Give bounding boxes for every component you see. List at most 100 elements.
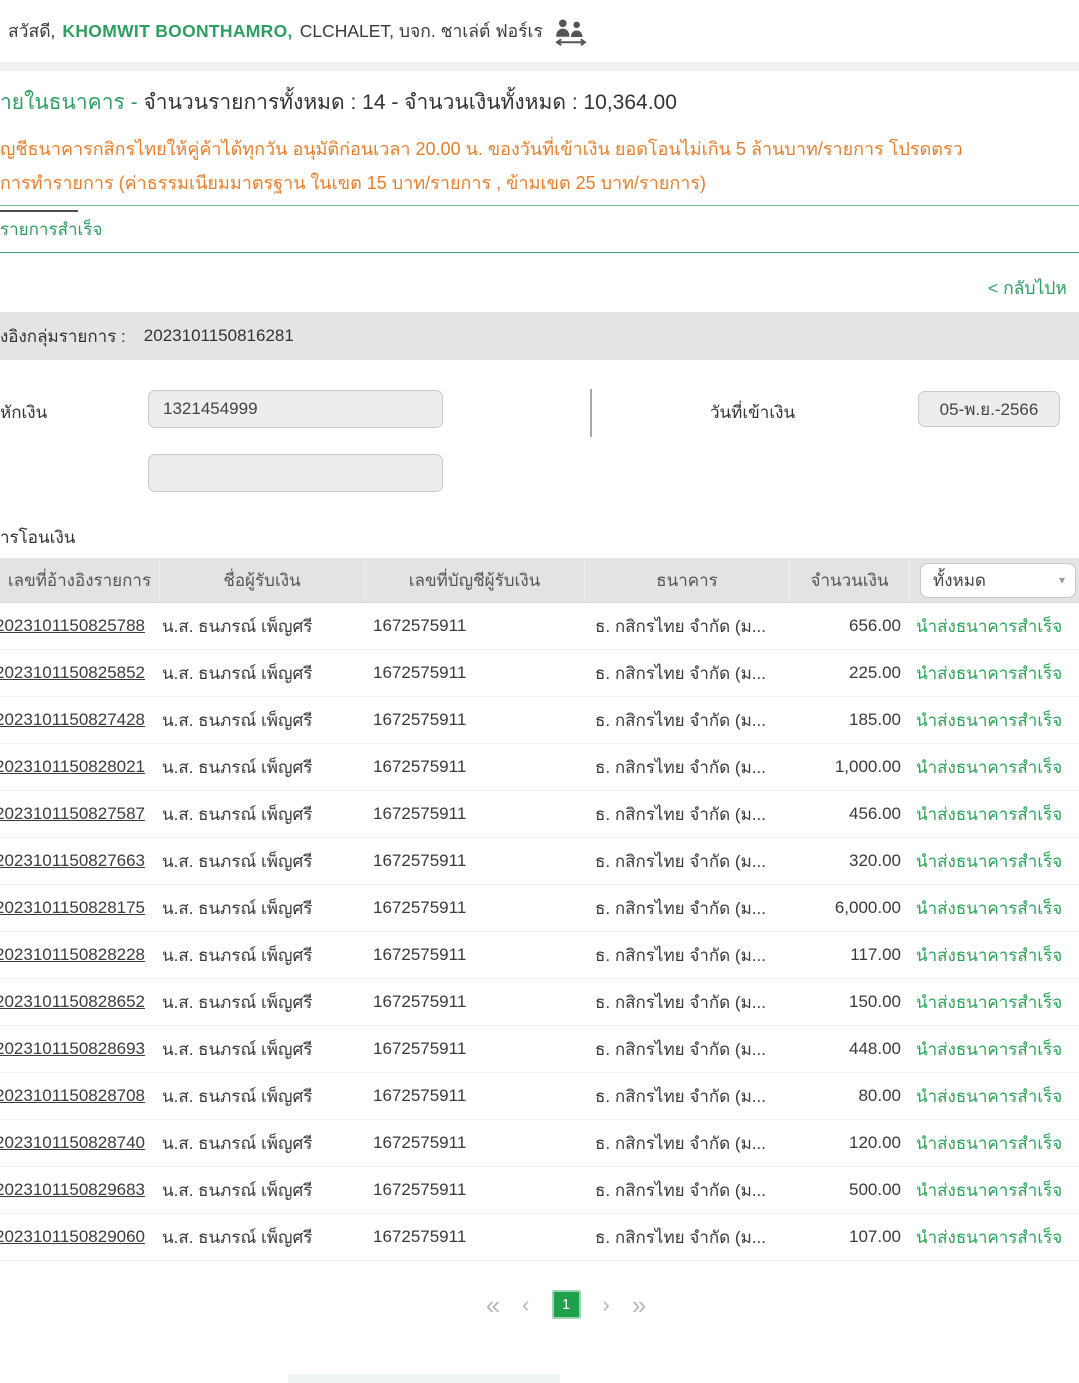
status-badge: นำส่งธนาคารสำเร็จ: [910, 942, 1079, 969]
table-row: 2023101150829683 น.ส. ธนภรณ์ เพ็ญศรี 167…: [0, 1167, 1079, 1214]
status-badge: นำส่งธนาคารสำเร็จ: [910, 1224, 1079, 1251]
col-header-recipient-account: เลขที่บัญชีผู้รับเงิน: [365, 558, 585, 602]
bank-name: ธ. กสิกรไทย จำกัด (ม...: [585, 989, 790, 1016]
deposit-date-field[interactable]: [918, 391, 1060, 427]
amount-value: 107.00: [790, 1227, 910, 1247]
recipient-name: น.ส. ธนภรณ์ เพ็ญศรี: [160, 1177, 365, 1204]
amount-value: 80.00: [790, 1086, 910, 1106]
switch-account-icon[interactable]: [554, 17, 588, 46]
recipient-account: 1672575911: [365, 1133, 585, 1153]
amount-value: 185.00: [790, 710, 910, 730]
bank-name: ธ. กสิกรไทย จำกัด (ม...: [585, 1083, 790, 1110]
amount-value: 150.00: [790, 992, 910, 1012]
reference-link[interactable]: 2023101150825852: [0, 663, 160, 683]
debit-account-extra-field[interactable]: [148, 454, 443, 492]
status-badge: นำส่งธนาคารสำเร็จ: [910, 1083, 1079, 1110]
status-badge: นำส่งธนาคารสำเร็จ: [910, 613, 1079, 640]
table-row: 2023101150829060 น.ส. ธนภรณ์ เพ็ญศรี 167…: [0, 1214, 1079, 1261]
next-page-button[interactable]: ›: [603, 1291, 610, 1319]
group-reference-value: 2023101150816281: [144, 326, 294, 346]
group-reference-label: งอิงกลุ่มรายการ :: [0, 323, 126, 350]
recipient-account: 1672575911: [365, 804, 585, 824]
recipient-account: 1672575911: [365, 1227, 585, 1247]
reference-link[interactable]: 2023101150828175: [0, 898, 160, 918]
bank-name: ธ. กสิกรไทย จำกัด (ม...: [585, 1177, 790, 1204]
recipient-account: 1672575911: [365, 945, 585, 965]
amount-value: 117.00: [790, 945, 910, 965]
recipient-name: น.ส. ธนภรณ์ เพ็ญศรี: [160, 707, 365, 734]
reference-link[interactable]: 2023101150825788: [0, 616, 160, 636]
amount-value: 6,000.00: [790, 898, 910, 918]
notice-text: ญชีธนาคารกสิกรไทยให้คู่ค้าได้ทุกวัน อนุม…: [0, 132, 1079, 200]
col-header-bank: ธนาคาร: [585, 558, 790, 602]
debit-account-field[interactable]: [148, 390, 443, 428]
deposit-date-label: วันที่เข้าเงิน: [710, 399, 795, 426]
bank-name: ธ. กสิกรไทย จำกัด (ม...: [585, 1224, 790, 1251]
recipient-name: น.ส. ธนภรณ์ เพ็ญศรี: [160, 1083, 365, 1110]
tab-bottom-border: [0, 252, 1079, 253]
status-badge: นำส่งธนาคารสำเร็จ: [910, 1177, 1079, 1204]
reference-link[interactable]: 2023101150827428: [0, 710, 160, 730]
reference-link[interactable]: 2023101150828740: [0, 1133, 160, 1153]
debit-account-label: หักเงิน: [0, 399, 47, 426]
reference-link[interactable]: 2023101150828652: [0, 992, 160, 1012]
page-title: ายในธนาคาร - จำนวนรายการทั้งหมด : 14 - จ…: [0, 86, 1079, 119]
col-header-recipient-name: ชื่อผู้รับเงิน: [160, 558, 365, 602]
company-name: CLCHALET, บจก. ชาเล่ต์ ฟอร์เร: [300, 17, 543, 45]
reference-link[interactable]: 2023101150827663: [0, 851, 160, 871]
table-row: 2023101150827428 น.ส. ธนภรณ์ เพ็ญศรี 167…: [0, 697, 1079, 744]
page-title-highlight: ายในธนาคาร -: [0, 91, 138, 114]
reference-link[interactable]: 2023101150828693: [0, 1039, 160, 1059]
amount-value: 225.00: [790, 663, 910, 683]
recipient-account: 1672575911: [365, 616, 585, 636]
page-title-totals: จำนวนรายการทั้งหมด : 14 - จำนวนเงินทั้งห…: [143, 91, 676, 114]
notice-line-2: การทำรายการ (ค่าธรรมเนียมมาตรฐาน ในเขต 1…: [0, 166, 1079, 200]
table-row: 2023101150828175 น.ส. ธนภรณ์ เพ็ญศรี 167…: [0, 885, 1079, 932]
table-body: 2023101150825788 น.ส. ธนภรณ์ เพ็ญศรี 167…: [0, 603, 1079, 1261]
bank-name: ธ. กสิกรไทย จำกัด (ม...: [585, 1036, 790, 1063]
recipient-name: น.ส. ธนภรณ์ เพ็ญศรี: [160, 989, 365, 1016]
bank-name: ธ. กสิกรไทย จำกัด (ม...: [585, 660, 790, 687]
recipient-account: 1672575911: [365, 1086, 585, 1106]
tab-top-border: [0, 205, 1079, 206]
bank-name: ธ. กสิกรไทย จำกัด (ม...: [585, 707, 790, 734]
table-row: 2023101150828652 น.ส. ธนภรณ์ เพ็ญศรี 167…: [0, 979, 1079, 1026]
first-page-button[interactable]: «: [486, 1291, 500, 1319]
pagination: « ‹ 1 › »: [0, 1290, 1079, 1319]
amount-value: 456.00: [790, 804, 910, 824]
bank-name: ธ. กสิกรไทย จำกัด (ม...: [585, 895, 790, 922]
recipient-account: 1672575911: [365, 1180, 585, 1200]
amount-value: 120.00: [790, 1133, 910, 1153]
last-page-button[interactable]: »: [632, 1291, 646, 1319]
reference-link[interactable]: 2023101150828708: [0, 1086, 160, 1106]
reference-link[interactable]: 2023101150828228: [0, 945, 160, 965]
current-page-button[interactable]: 1: [552, 1290, 581, 1319]
table-row: 2023101150828021 น.ส. ธนภรณ์ เพ็ญศรี 167…: [0, 744, 1079, 791]
back-link[interactable]: < กลับไปห: [988, 274, 1079, 302]
col-header-amount: จำนวนเงิน: [790, 558, 910, 602]
status-filter-value: ทั้งหมด: [933, 567, 986, 594]
table-row: 2023101150828228 น.ส. ธนภรณ์ เพ็ญศรี 167…: [0, 932, 1079, 979]
table-row: 2023101150825852 น.ส. ธนภรณ์ เพ็ญศรี 167…: [0, 650, 1079, 697]
reference-link[interactable]: 2023101150829683: [0, 1180, 160, 1200]
table-row: 2023101150828708 น.ส. ธนภรณ์ เพ็ญศรี 167…: [0, 1073, 1079, 1120]
recipient-name: น.ส. ธนภรณ์ เพ็ญศรี: [160, 1224, 365, 1251]
user-name: KHOMWIT BOONTHAMRO,: [62, 21, 292, 42]
table-row: 2023101150828740 น.ส. ธนภรณ์ เพ็ญศรี 167…: [0, 1120, 1079, 1167]
col-header-status-filter: ทั้งหมด ▾: [910, 558, 1079, 602]
reference-link[interactable]: 2023101150827587: [0, 804, 160, 824]
prev-page-button[interactable]: ‹: [522, 1291, 529, 1319]
recipient-name: น.ส. ธนภรณ์ เพ็ญศรี: [160, 1036, 365, 1063]
recipient-account: 1672575911: [365, 757, 585, 777]
table-row: 2023101150828693 น.ส. ธนภรณ์ เพ็ญศรี 167…: [0, 1026, 1079, 1073]
reference-link[interactable]: 2023101150829060: [0, 1227, 160, 1247]
tab-successful-transactions[interactable]: รายการสำเร็จ: [0, 216, 102, 243]
recipient-name: น.ส. ธนภรณ์ เพ็ญศรี: [160, 895, 365, 922]
status-badge: นำส่งธนาคารสำเร็จ: [910, 754, 1079, 781]
amount-value: 448.00: [790, 1039, 910, 1059]
status-filter-dropdown[interactable]: ทั้งหมด ▾: [920, 563, 1076, 598]
col-header-reference: เลขที่อ้างอิงรายการ: [0, 558, 160, 602]
reference-link[interactable]: 2023101150828021: [0, 757, 160, 777]
table-row: 2023101150825788 น.ส. ธนภรณ์ เพ็ญศรี 167…: [0, 603, 1079, 650]
recipient-name: น.ส. ธนภรณ์ เพ็ญศรี: [160, 613, 365, 640]
